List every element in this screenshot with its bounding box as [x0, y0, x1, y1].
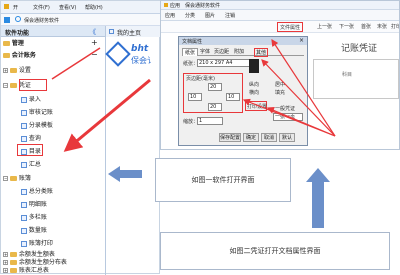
caption-figure-two-text: 如图二凭证打开文档属性界面 — [229, 247, 321, 255]
red-arrow-toolbar — [271, 38, 336, 137]
blue-arrow-left — [108, 166, 142, 182]
red-arrow-catalog — [63, 78, 151, 152]
red-arrow-tab — [261, 59, 336, 137]
caption-figure-one-text: 如图一软件打开界面 — [191, 176, 255, 184]
red-arrow-print — [266, 106, 336, 137]
caption-figure-two: 如图二凭证打开文档属性界面 — [160, 232, 390, 270]
red-arrow-voucher — [51, 47, 101, 80]
blue-arrow-up — [306, 168, 330, 228]
caption-figure-one: 如图一软件打开界面 — [155, 158, 291, 202]
